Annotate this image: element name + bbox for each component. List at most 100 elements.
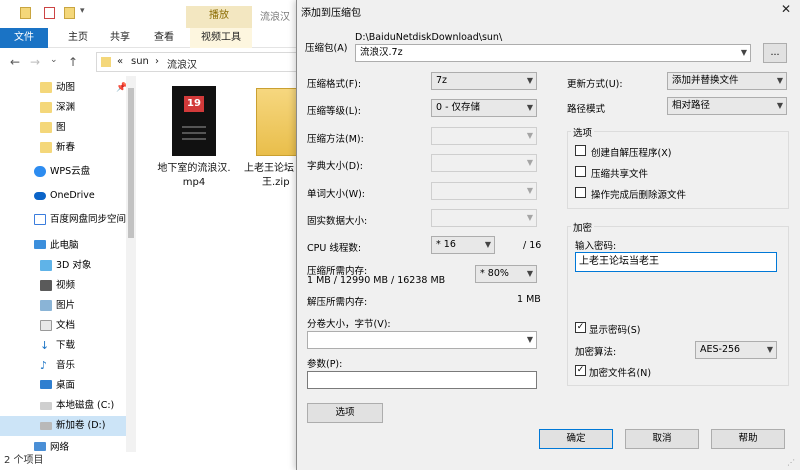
back-arrow-icon[interactable]: ← — [10, 55, 20, 69]
update-mode-select[interactable]: 添加并替换文件 ▼ — [667, 72, 787, 90]
help-button[interactable]: 帮助 — [711, 429, 785, 449]
nav-item-downloads[interactable]: ↓ 下载 — [0, 336, 135, 356]
cancel-button[interactable]: 取消 — [625, 429, 699, 449]
options-group-title: 选项 — [571, 125, 595, 139]
word-select[interactable]: ▼ — [431, 182, 537, 200]
nav-item-music[interactable]: ♪ 音乐 — [0, 356, 135, 376]
tab-view[interactable]: 查看 — [154, 28, 174, 48]
nav-item-tu[interactable]: 图 — [0, 118, 135, 138]
cpu-select[interactable]: * 16 ▼ — [431, 236, 495, 254]
archive-name-value: 流浪汉.7z — [360, 47, 403, 58]
breadcrumb-sun[interactable]: sun — [131, 56, 149, 67]
chevron-down-icon: ▼ — [526, 76, 533, 85]
sfx-checkbox[interactable] — [575, 145, 586, 156]
archive-directory: D:\BaiduNetdiskDownload\sun\ — [355, 32, 503, 43]
delete-source-checkbox[interactable] — [575, 187, 586, 198]
options-button[interactable]: 选项 — [307, 403, 383, 423]
nav-item-videos[interactable]: 视频 — [0, 276, 135, 296]
chevron-down-icon[interactable]: ▼ — [527, 332, 533, 348]
nav-item-drive-d[interactable]: 新加卷 (D:) — [0, 416, 135, 436]
file-name-zip[interactable]: 上老王论坛 王.zip — [244, 162, 300, 190]
zip-thumbnail[interactable] — [256, 88, 300, 156]
folder-icon[interactable] — [20, 7, 31, 19]
resize-grip-icon[interactable]: ⋰ — [787, 458, 797, 468]
chevron-down-icon: ▼ — [526, 269, 533, 278]
nav-item-drive-c[interactable]: 本地磁盘 (C:) — [0, 396, 135, 416]
cube-icon — [40, 260, 52, 271]
dict-label: 字典大小(D): — [307, 161, 363, 172]
path-mode-select[interactable]: 相对路径 ▼ — [667, 97, 787, 115]
chevron-down-icon: ▼ — [526, 131, 533, 140]
music-icon: ♪ — [40, 359, 48, 372]
cpu-total: / 16 — [523, 240, 542, 251]
level-label: 压缩等级(L): — [307, 106, 361, 117]
nav-item-donghua[interactable]: 动图 📌 — [0, 78, 135, 98]
level-select[interactable]: 0 - 仅存储 ▼ — [431, 99, 537, 117]
nav-item-this-pc[interactable]: 此电脑 — [0, 236, 135, 256]
folder-icon — [40, 82, 52, 93]
file-name-video[interactable]: 地下室的流浪汉. mp4 — [156, 162, 232, 190]
params-input[interactable] — [307, 371, 537, 389]
algorithm-select[interactable]: AES-256 ▼ — [695, 341, 777, 359]
nav-item-desktop[interactable]: 桌面 — [0, 376, 135, 396]
format-select[interactable]: 7z ▼ — [431, 72, 537, 90]
dict-select[interactable]: ▼ — [431, 154, 537, 172]
properties-icon[interactable] — [44, 7, 55, 19]
video-thumbnail[interactable]: 19 — [172, 86, 216, 156]
nav-item-xinchun[interactable]: 新春 — [0, 138, 135, 158]
navigation-pane: 动图 📌 深渊 图 新春 WPS云盘 OneDrive 百度网盘同步空间 此电脑… — [0, 76, 135, 453]
up-arrow-icon[interactable]: ↑ — [68, 55, 78, 69]
folder-icon — [40, 142, 52, 153]
tab-file[interactable]: 文件 — [0, 28, 48, 48]
method-select[interactable]: ▼ — [431, 127, 537, 145]
breadcrumb-current[interactable]: 流浪汉 — [167, 56, 197, 71]
split-combo[interactable]: ▼ — [307, 331, 537, 349]
close-icon[interactable]: ✕ — [781, 2, 791, 16]
encrypt-names-checkbox[interactable]: ✓ — [575, 365, 586, 376]
chevron-down-icon: ▼ — [526, 186, 533, 195]
baidu-icon — [34, 214, 46, 225]
show-password-checkbox[interactable]: ✓ — [575, 322, 586, 333]
tab-video-tools[interactable]: 视频工具 — [190, 28, 252, 48]
format-label: 压缩格式(F): — [307, 79, 362, 90]
desktop-icon — [40, 380, 52, 389]
solid-select[interactable]: ▼ — [431, 209, 537, 227]
nav-item-baidu-sync[interactable]: 百度网盘同步空间 — [0, 210, 135, 230]
nav-item-3d-objects[interactable]: 3D 对象 — [0, 256, 135, 276]
cpu-label: CPU 线程数: — [307, 243, 362, 254]
chevron-down-icon: ▼ — [526, 213, 533, 222]
scrollbar-thumb[interactable] — [128, 88, 134, 238]
network-icon — [34, 442, 46, 451]
chevron-down-icon[interactable]: ▼ — [741, 45, 747, 61]
ok-button[interactable]: 确定 — [539, 429, 613, 449]
memory-detail: 1 MB / 12990 MB / 16238 MB — [307, 275, 446, 286]
add-to-archive-dialog: 添加到压缩包 ✕ 压缩包(A) D:\BaiduNetdiskDownload\… — [296, 0, 800, 470]
forward-arrow-icon[interactable]: → — [30, 55, 40, 69]
chevron-down-icon: ▼ — [526, 158, 533, 167]
breadcrumb-separator: › — [155, 56, 159, 67]
nav-item-documents[interactable]: 文档 — [0, 316, 135, 336]
update-mode-label: 更新方式(U): — [567, 79, 623, 90]
nav-item-pictures[interactable]: 图片 — [0, 296, 135, 316]
chevron-down-icon: ▼ — [776, 76, 783, 85]
browse-button[interactable]: ... — [763, 43, 787, 63]
dialog-title: 添加到压缩包 — [301, 8, 361, 19]
new-folder-icon[interactable] — [64, 7, 75, 19]
nav-scrollbar[interactable] — [126, 76, 136, 452]
chevron-down-icon: ▼ — [766, 345, 773, 354]
tab-home[interactable]: 主页 — [68, 28, 88, 48]
archive-name-combo[interactable]: 流浪汉.7z ▼ — [355, 44, 751, 62]
memory-percent-select[interactable]: * 80% ▼ — [475, 265, 537, 283]
item-count: 2 个项目 — [4, 455, 44, 466]
nav-item-shenyuan[interactable]: 深渊 — [0, 98, 135, 118]
breadcrumb-overflow[interactable]: « — [117, 56, 123, 67]
address-bar[interactable]: « sun › 流浪汉 — [96, 52, 306, 72]
sfx-label: 创建自解压程序(X) — [591, 148, 672, 159]
customize-quick-access-icon[interactable]: ▾ — [80, 6, 94, 20]
password-input[interactable]: 上老王论坛当老王 — [575, 252, 777, 272]
tab-share[interactable]: 共享 — [110, 28, 130, 48]
nav-item-onedrive[interactable]: OneDrive — [0, 186, 135, 206]
recent-locations-icon[interactable]: ⌄ — [50, 55, 58, 65]
nav-item-wps-cloud[interactable]: WPS云盘 — [0, 162, 135, 182]
shared-checkbox[interactable] — [575, 166, 586, 177]
